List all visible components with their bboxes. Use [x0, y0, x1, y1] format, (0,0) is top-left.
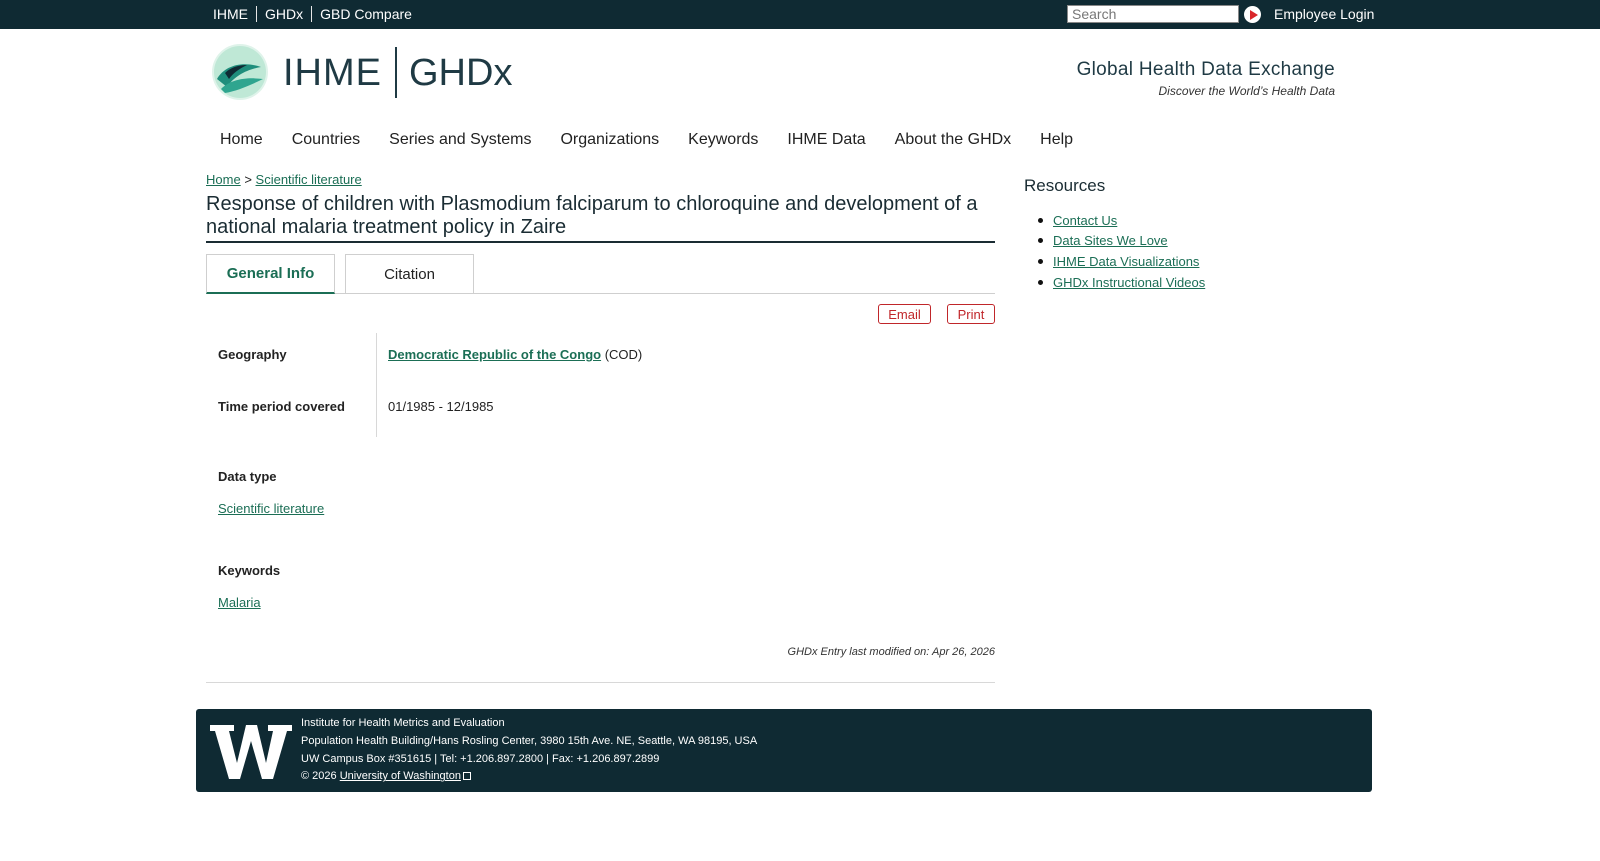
footer-copyright: © 2026 [301, 770, 337, 783]
footer: Institute for Health Metrics and Evaluat… [196, 709, 1372, 792]
list-item: Contact Us [1038, 210, 1205, 231]
breadcrumb-current-link[interactable]: Scientific literature [256, 172, 362, 187]
top-link-gbd-compare[interactable]: GBD Compare [312, 6, 420, 22]
footer-contact: UW Campus Box #351615 | Tel: +1.206.897.… [301, 752, 660, 765]
geography-value: Democratic Republic of the Congo (COD) [388, 347, 642, 362]
tab-general-info[interactable]: General Info [206, 254, 335, 294]
breadcrumb-home-link[interactable]: Home [206, 172, 241, 187]
resource-link-visualizations[interactable]: IHME Data Visualizations [1053, 254, 1199, 269]
breadcrumb-separator: > [244, 172, 252, 187]
list-item: Data Sites We Love [1038, 231, 1205, 252]
data-type-label: Data type [218, 469, 277, 484]
search-submit-button[interactable] [1244, 6, 1261, 23]
email-button[interactable]: Email [878, 304, 931, 324]
keywords-label: Keywords [218, 563, 281, 578]
top-link-ihme[interactable]: IHME [213, 6, 257, 22]
employee-login-link[interactable]: Employee Login [1274, 6, 1374, 22]
uw-w-logo-icon[interactable] [210, 723, 292, 781]
top-bar: IHME GHDx GBD Compare Employee Login [0, 0, 1600, 29]
geography-link[interactable]: Democratic Republic of the Congo [388, 347, 601, 362]
external-link-icon [462, 772, 471, 781]
search-input[interactable] [1067, 5, 1239, 23]
footer-text: Institute for Health Metrics and Evaluat… [301, 715, 757, 786]
nav-item-help[interactable]: Help [1040, 131, 1073, 149]
resource-link-contact-us[interactable]: Contact Us [1053, 213, 1117, 228]
logo-divider [395, 47, 397, 98]
main-nav: Home Countries Series and Systems Organi… [220, 131, 1102, 149]
site-subtagline: Discover the World’s Health Data [1158, 84, 1335, 98]
geography-code: (COD) [604, 347, 643, 362]
tab-citation[interactable]: Citation [345, 254, 474, 294]
resource-link-data-sites[interactable]: Data Sites We Love [1053, 233, 1168, 248]
top-links: IHME GHDx GBD Compare [213, 6, 420, 22]
nav-item-organizations[interactable]: Organizations [560, 131, 659, 149]
nav-item-countries[interactable]: Countries [292, 131, 360, 149]
breadcrumb: Home > Scientific literature [206, 172, 362, 187]
logo-ghdx-text[interactable]: GHDx [409, 52, 512, 95]
resources-list: Contact Us Data Sites We Love IHME Data … [1038, 210, 1205, 292]
top-link-ghdx[interactable]: GHDx [257, 6, 313, 22]
bullet-icon [1038, 217, 1043, 223]
nav-item-home[interactable]: Home [220, 131, 263, 149]
print-button[interactable]: Print [947, 304, 995, 324]
nav-item-about-the-ghdx[interactable]: About the GHDx [895, 131, 1012, 149]
keyword-link-malaria[interactable]: Malaria [218, 595, 261, 610]
bullet-icon [1038, 238, 1043, 244]
time-period-value: 01/1985 - 12/1985 [388, 399, 494, 414]
footer-institute: Institute for Health Metrics and Evaluat… [301, 717, 505, 729]
ihme-logo-icon[interactable] [211, 43, 269, 101]
play-arrow-icon [1249, 9, 1258, 20]
footer-address: Population Health Building/Hans Rosling … [301, 734, 758, 747]
info-table-divider [376, 333, 377, 437]
geography-label: Geography [218, 347, 287, 362]
logo-ihme-text[interactable]: IHME [283, 52, 382, 95]
bullet-icon [1038, 258, 1043, 264]
title-underline [206, 241, 995, 243]
list-item: GHDx Instructional Videos [1038, 272, 1205, 293]
footer-copyright-line: © 2026 University of Washington [301, 768, 757, 786]
bullet-icon [1038, 279, 1043, 285]
site-tagline: Global Health Data Exchange [1076, 59, 1335, 80]
page-title: Response of children with Plasmodium fal… [206, 193, 978, 238]
nav-item-series-and-systems[interactable]: Series and Systems [389, 131, 531, 149]
list-item: IHME Data Visualizations [1038, 251, 1205, 272]
content-divider [206, 682, 995, 683]
time-period-label: Time period covered [218, 399, 345, 414]
resources-title: Resources [1024, 176, 1106, 195]
nav-item-ihme-data[interactable]: IHME Data [787, 131, 865, 149]
data-type-link[interactable]: Scientific literature [218, 501, 324, 516]
footer-uw-link[interactable]: University of Washington [340, 770, 461, 782]
last-modified-text: GHDx Entry last modified on: Apr 26, 202… [787, 646, 995, 658]
nav-item-keywords[interactable]: Keywords [688, 131, 758, 149]
resource-link-videos[interactable]: GHDx Instructional Videos [1053, 275, 1205, 290]
